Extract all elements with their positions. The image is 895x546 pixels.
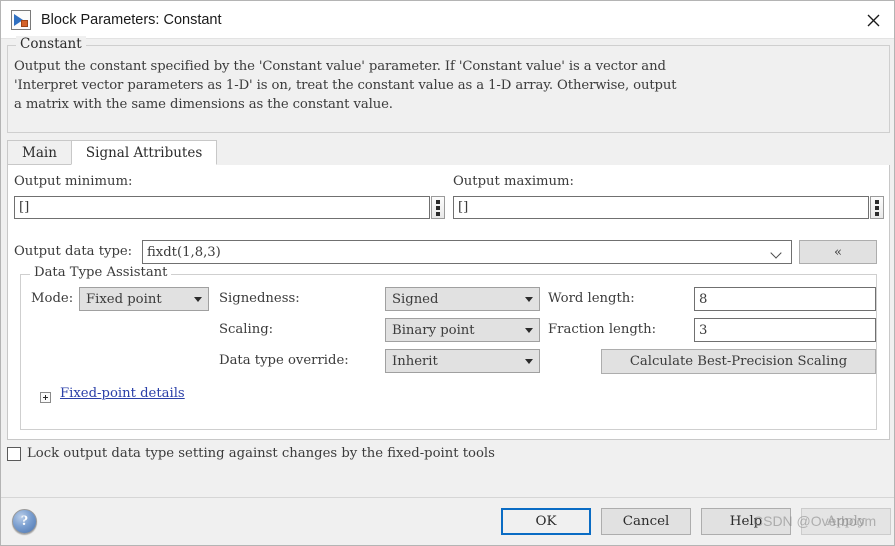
output-data-type-combobox[interactable]: fixdt(1,8,3): [142, 240, 792, 264]
output-maximum-label: Output maximum:: [453, 174, 574, 189]
word-length-label: Word length:: [548, 291, 635, 306]
caret-down-icon: [525, 296, 533, 302]
output-minimum-input[interactable]: []: [14, 196, 430, 219]
expand-fixed-point-details-icon[interactable]: [40, 392, 51, 403]
fraction-length-input[interactable]: 3: [694, 318, 876, 342]
caret-down-icon: [525, 327, 533, 333]
caret-down-icon: [194, 296, 202, 302]
output-maximum-input[interactable]: []: [453, 196, 869, 219]
output-minimum-label: Output minimum:: [14, 174, 133, 189]
lock-output-data-type-row[interactable]: Lock output data type setting against ch…: [7, 446, 495, 461]
window-title: Block Parameters: Constant: [41, 11, 222, 28]
signedness-dropdown[interactable]: Signed: [385, 287, 540, 311]
tab-main[interactable]: Main: [7, 140, 72, 165]
help-button[interactable]: Help: [701, 508, 791, 535]
block-parameters-dialog: Block Parameters: Constant Constant Outp…: [0, 0, 895, 546]
chevron-down-icon: [772, 249, 783, 256]
tab-strip: Main Signal Attributes: [7, 140, 890, 166]
mode-label: Mode:: [31, 291, 74, 306]
scaling-dropdown[interactable]: Binary point: [385, 318, 540, 342]
collapse-data-type-assistant-button[interactable]: «: [799, 240, 877, 264]
calculate-best-precision-scaling-button[interactable]: Calculate Best-Precision Scaling: [601, 349, 876, 374]
data-type-override-label: Data type override:: [219, 353, 349, 368]
data-type-assistant-legend: Data Type Assistant: [30, 265, 172, 280]
data-type-assistant-group: Data Type Assistant Mode: Fixed point Si…: [20, 265, 877, 430]
word-length-input[interactable]: 8: [694, 287, 876, 311]
data-type-override-value: Inherit: [392, 353, 438, 369]
fraction-length-label: Fraction length:: [548, 322, 657, 337]
scaling-label: Scaling:: [219, 322, 274, 337]
output-data-type-value: fixdt(1,8,3): [147, 244, 221, 260]
fixed-point-details-link[interactable]: Fixed-point details: [60, 386, 185, 401]
signal-attributes-panel: Output minimum: [] Output maximum: [] Ou…: [7, 165, 890, 440]
signedness-label: Signedness:: [219, 291, 300, 306]
lock-output-data-type-label: Lock output data type setting against ch…: [27, 446, 495, 461]
scaling-value: Binary point: [392, 322, 475, 338]
close-icon[interactable]: [850, 1, 894, 39]
data-type-override-dropdown[interactable]: Inherit: [385, 349, 540, 373]
cancel-button[interactable]: Cancel: [601, 508, 691, 535]
simulink-block-icon: [11, 9, 31, 30]
signedness-value: Signed: [392, 291, 439, 307]
dialog-footer: ? OK Cancel Help Apply: [1, 497, 894, 545]
output-data-type-label: Output data type:: [14, 244, 133, 259]
output-minimum-spinner[interactable]: [431, 196, 445, 219]
apply-button: Apply: [801, 508, 891, 535]
description-group: Constant Output the constant specified b…: [7, 36, 890, 133]
title-bar: Block Parameters: Constant: [1, 1, 894, 39]
output-maximum-spinner[interactable]: [870, 196, 884, 219]
lock-output-data-type-checkbox[interactable]: [7, 446, 21, 461]
caret-down-icon: [525, 358, 533, 364]
block-description-text: Output the constant specified by the 'Co…: [14, 59, 677, 112]
help-orb-icon[interactable]: ?: [12, 509, 37, 534]
ok-button[interactable]: OK: [501, 508, 591, 535]
mode-value: Fixed point: [86, 291, 162, 307]
tab-signal-attributes[interactable]: Signal Attributes: [70, 140, 218, 165]
mode-dropdown[interactable]: Fixed point: [79, 287, 209, 311]
description-group-legend: Constant: [16, 36, 86, 52]
